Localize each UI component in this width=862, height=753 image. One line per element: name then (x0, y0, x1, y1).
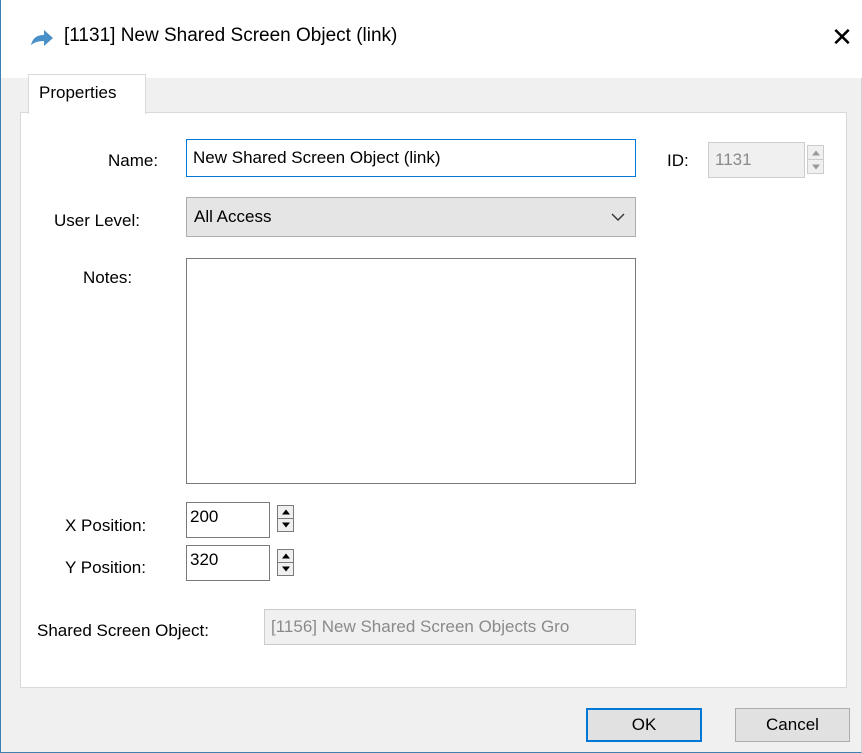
window-title: [1131] New Shared Screen Object (link) (64, 25, 398, 46)
notes-textarea[interactable] (186, 258, 636, 484)
notes-label: Notes: (83, 268, 133, 287)
arrow-up-icon (281, 553, 290, 559)
arrow-down-icon (281, 566, 290, 572)
cancel-button[interactable]: Cancel (735, 708, 850, 742)
chevron-down-icon (611, 213, 625, 221)
y-position-label: Y Position: (65, 558, 146, 577)
user-level-label: User Level: (54, 211, 140, 230)
arrow-down-icon (811, 164, 820, 169)
shared-screen-object-field: [1156] New Shared Screen Objects Gro (264, 609, 636, 645)
tab-label: Properties (39, 83, 117, 102)
y-position-down-button[interactable] (277, 563, 294, 576)
tab-properties[interactable]: Properties (28, 74, 146, 114)
x-position-down-button[interactable] (277, 519, 294, 532)
title-bar: [1131] New Shared Screen Object (link) ✕ (1, 0, 862, 78)
id-spinner-up (807, 145, 824, 160)
arrow-right-icon (31, 30, 53, 46)
user-level-value: All Access (194, 207, 272, 226)
arrow-down-icon (281, 522, 290, 528)
close-button[interactable]: ✕ (821, 16, 862, 58)
shared-screen-object-label: Shared Screen Object: (37, 621, 209, 640)
user-level-dropdown[interactable]: All Access (186, 197, 636, 237)
name-field[interactable]: New Shared Screen Object (link) (186, 139, 636, 177)
ok-button[interactable]: OK (586, 708, 702, 742)
properties-panel: Name: New Shared Screen Object (link) ID… (20, 112, 847, 688)
name-label: Name: (108, 151, 159, 170)
x-position-up-button[interactable] (277, 505, 294, 519)
arrow-up-icon (281, 509, 290, 515)
y-position-up-button[interactable] (277, 549, 294, 563)
arrow-up-icon (811, 150, 820, 155)
x-position-field[interactable]: 200 (186, 502, 270, 538)
id-label: ID: (667, 151, 689, 170)
id-spinner (807, 145, 824, 174)
x-position-spinner[interactable] (277, 505, 294, 532)
close-icon: ✕ (831, 21, 853, 52)
x-position-label: X Position: (65, 516, 147, 535)
id-spinner-down (807, 160, 824, 174)
y-position-field[interactable]: 320 (186, 545, 270, 581)
dialog-window: [1131] New Shared Screen Object (link) ✕… (0, 0, 862, 753)
y-position-spinner[interactable] (277, 549, 294, 576)
id-field: 1131 (708, 142, 805, 178)
